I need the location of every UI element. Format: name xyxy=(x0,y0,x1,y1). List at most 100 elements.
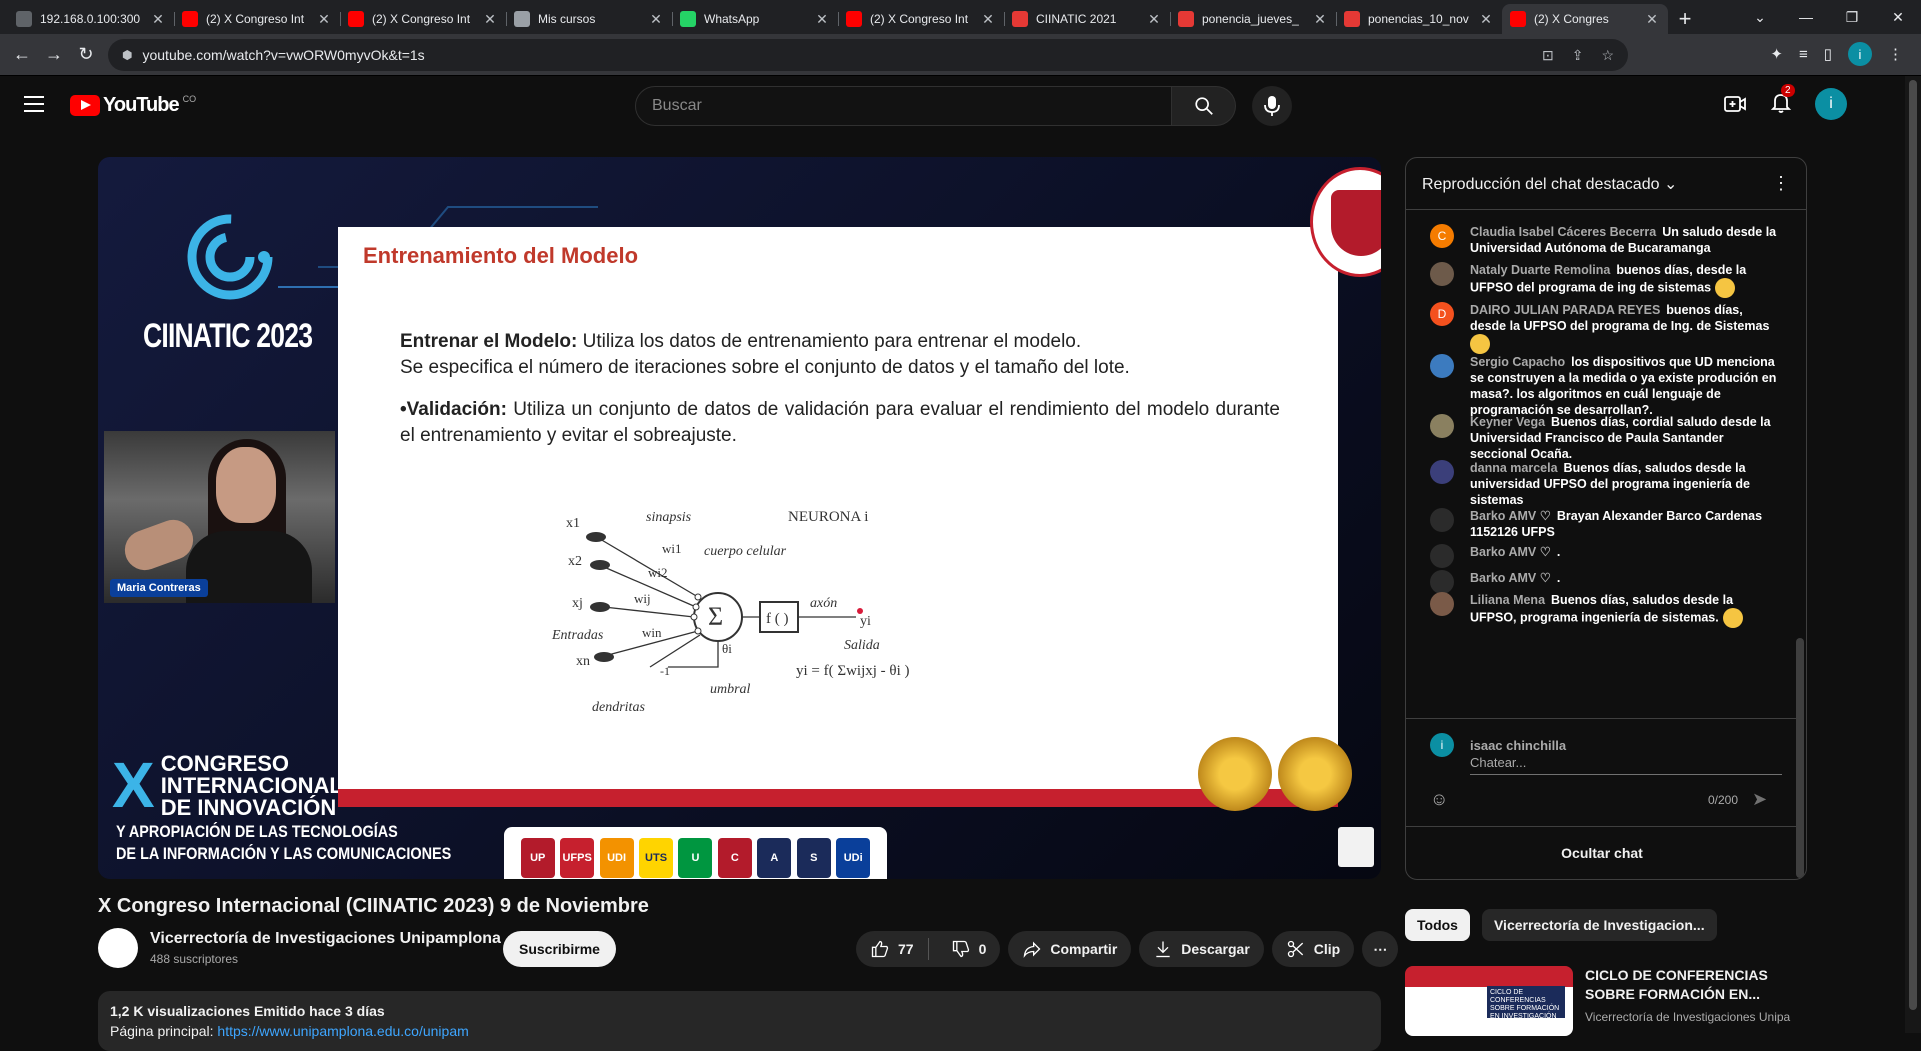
chat-author[interactable]: Barko AMV ♡ xyxy=(1470,509,1551,523)
rec-title[interactable]: CICLO DE CONFERENCIAS SOBRE FORMACIÓN EN… xyxy=(1585,966,1795,1004)
emoji-picker-icon[interactable]: ☺ xyxy=(1430,789,1448,810)
window-controls: ⌄ — ❐ ✕ xyxy=(1737,0,1921,34)
chat-message[interactable]: Nataly Duarte Remolina buenos días, desde… xyxy=(1430,262,1780,298)
menu-icon[interactable] xyxy=(24,96,44,112)
close-tab-icon[interactable]: ✕ xyxy=(980,11,996,28)
close-tab-icon[interactable]: ✕ xyxy=(1644,11,1660,28)
browser-tab[interactable]: CIINATIC 2021 ✕ xyxy=(1004,4,1170,34)
close-tab-icon[interactable]: ✕ xyxy=(1478,11,1494,28)
channel-name[interactable]: Vicerrectoría de Investigaciones Unipamp… xyxy=(150,930,501,948)
media-controls-icon[interactable]: ≡ xyxy=(1799,46,1808,63)
dislike-button[interactable]: 0 xyxy=(937,939,1001,959)
more-actions-button[interactable]: ⋯ xyxy=(1362,931,1399,967)
back-icon[interactable]: ← xyxy=(6,44,38,65)
create-video-icon[interactable] xyxy=(1723,92,1747,116)
subscribe-button[interactable]: Suscribirme xyxy=(503,931,616,967)
close-tab-icon[interactable]: ✕ xyxy=(482,11,498,28)
browser-tab[interactable]: 192.168.0.100:300 ✕ xyxy=(8,4,174,34)
chat-more-icon[interactable]: ⋮ xyxy=(1772,173,1790,194)
chat-author[interactable]: Barko AMV ♡ xyxy=(1470,545,1551,559)
reload-icon[interactable]: ↻ xyxy=(70,44,102,65)
share-button[interactable]: Compartir xyxy=(1008,931,1132,967)
minimize-icon[interactable]: — xyxy=(1783,9,1829,25)
congress-x: X xyxy=(112,749,155,821)
close-tab-icon[interactable]: ✕ xyxy=(316,11,332,28)
download-button[interactable]: Descargar xyxy=(1139,931,1264,967)
new-tab-button[interactable]: + xyxy=(1668,4,1702,34)
description-box[interactable]: 1,2 K visualizaciones Emitido hace 3 día… xyxy=(98,991,1381,1051)
clip-button[interactable]: Clip xyxy=(1271,931,1355,967)
browser-tab[interactable]: (2) X Congres ✕ xyxy=(1502,4,1668,34)
sponsor-logo: UDi xyxy=(836,837,871,878)
close-window-icon[interactable]: ✕ xyxy=(1875,9,1921,26)
browser-menu-icon[interactable]: ⋮ xyxy=(1888,45,1903,63)
homepage-link[interactable]: https://www.unipamplona.edu.co/unipam xyxy=(217,1023,468,1039)
rec-thumbnail[interactable]: CICLO DE CONFERENCIAS SOBRE FORMACIÓN EN… xyxy=(1405,966,1573,1036)
browser-tab[interactable]: ponencia_jueves_ ✕ xyxy=(1170,4,1336,34)
close-tab-icon[interactable]: ✕ xyxy=(814,11,830,28)
chat-message[interactable]: Barko AMV ♡. xyxy=(1430,570,1780,594)
side-panel-icon[interactable]: ▯ xyxy=(1824,45,1832,63)
search-button[interactable] xyxy=(1172,86,1236,126)
chat-author[interactable]: DAIRO JULIAN PARADA REYES xyxy=(1470,303,1660,317)
like-button[interactable]: 77 xyxy=(856,938,929,960)
youtube-wordmark: YouTube xyxy=(103,94,180,116)
forward-icon[interactable]: → xyxy=(38,44,70,65)
diagram-label: xn xyxy=(576,654,590,669)
diagram-label: umbral xyxy=(710,682,751,697)
chat-author[interactable]: Keyner Vega xyxy=(1470,415,1545,429)
youtube-logo[interactable]: YouTube CO xyxy=(70,94,196,117)
chat-message[interactable]: danna marcela Buenos días, saludos desde … xyxy=(1430,460,1780,508)
restore-icon[interactable]: ❐ xyxy=(1829,9,1875,26)
browser-tab[interactable]: Mis cursos ✕ xyxy=(506,4,672,34)
profile-avatar[interactable]: i xyxy=(1848,42,1872,66)
close-tab-icon[interactable]: ✕ xyxy=(150,11,166,28)
site-info-icon[interactable]: ⬢ xyxy=(122,48,132,62)
voice-search-button[interactable] xyxy=(1252,86,1292,126)
browser-tab[interactable]: WhatsApp ✕ xyxy=(672,4,838,34)
chat-author[interactable]: Barko AMV ♡ xyxy=(1470,571,1551,585)
browser-tab[interactable]: (2) X Congreso Int ✕ xyxy=(340,4,506,34)
chat-mode-dropdown[interactable]: Reproducción del chat destacado ⌄ xyxy=(1422,174,1677,194)
more-horizontal-icon: ⋯ xyxy=(1373,940,1388,957)
hide-chat-button[interactable]: Ocultar chat xyxy=(1406,826,1798,878)
video-actions: 77 0 Compartir Descargar Clip ⋯ xyxy=(856,931,1399,967)
close-tab-icon[interactable]: ✕ xyxy=(1146,11,1162,28)
page-scrollbar[interactable] xyxy=(1905,76,1921,1033)
search-input[interactable] xyxy=(652,97,1171,115)
recommended-video[interactable]: CICLO DE CONFERENCIAS SOBRE FORMACIÓN EN… xyxy=(1405,966,1795,1036)
chat-author[interactable]: Claudia Isabel Cáceres Becerra xyxy=(1470,225,1656,239)
share-page-icon[interactable]: ⇪ xyxy=(1572,47,1584,64)
channel-avatar[interactable] xyxy=(98,928,138,968)
install-app-icon[interactable]: ⊡ xyxy=(1542,47,1554,64)
chat-input[interactable]: Chatear... xyxy=(1470,755,1782,775)
chip-channel[interactable]: Vicerrectoría de Investigacion... xyxy=(1481,909,1717,941)
chat-message[interactable]: Keyner Vega Buenos días, cordial saludo d… xyxy=(1430,414,1780,462)
account-avatar[interactable]: i xyxy=(1815,88,1847,120)
chip-all[interactable]: Todos xyxy=(1405,909,1470,941)
chat-message[interactable]: Liliana Mena Buenos días, saludos desde l… xyxy=(1430,592,1780,628)
chat-message[interactable]: Barko AMV ♡ Brayan Alexander Barco Carden… xyxy=(1430,508,1780,540)
extensions-icon[interactable]: ✦ xyxy=(1770,45,1783,63)
notifications-button[interactable]: 2 xyxy=(1769,83,1795,119)
browser-tab[interactable]: (2) X Congreso Int ✕ xyxy=(838,4,1004,34)
video-player[interactable]: CIINATIC 2023 Maria Contreras X CONGRESO… xyxy=(98,157,1381,879)
close-tab-icon[interactable]: ✕ xyxy=(648,11,664,28)
send-icon[interactable]: ➤ xyxy=(1752,789,1767,810)
chat-message[interactable]: Sergio Capacho los dispositivos que UD me… xyxy=(1430,354,1780,418)
chat-author[interactable]: danna marcela xyxy=(1470,461,1558,475)
chat-message[interactable]: D DAIRO JULIAN PARADA REYES buenos días, d… xyxy=(1430,302,1780,354)
close-tab-icon[interactable]: ✕ xyxy=(1312,11,1328,28)
chat-author[interactable]: Sergio Capacho xyxy=(1470,355,1565,369)
chat-message[interactable]: Barko AMV ♡. xyxy=(1430,544,1780,568)
chat-message[interactable]: C Claudia Isabel Cáceres Becerra Un saludo… xyxy=(1430,224,1780,256)
url-bar[interactable]: ⬢ youtube.com/watch?v=vwORW0myvOk&t=1s ⊡… xyxy=(108,39,1628,71)
browser-tab[interactable]: (2) X Congreso Int ✕ xyxy=(174,4,340,34)
tab-search-icon[interactable]: ⌄ xyxy=(1737,9,1783,26)
chat-author[interactable]: Nataly Duarte Remolina xyxy=(1470,263,1610,277)
sponsor-logo: UTS xyxy=(639,837,674,878)
bookmark-star-icon[interactable]: ☆ xyxy=(1601,47,1614,64)
browser-tab[interactable]: ponencias_10_nov ✕ xyxy=(1336,4,1502,34)
presentation-slide: Entrenamiento del Modelo Entrenar el Mod… xyxy=(338,227,1338,807)
chat-author[interactable]: Liliana Mena xyxy=(1470,593,1545,607)
